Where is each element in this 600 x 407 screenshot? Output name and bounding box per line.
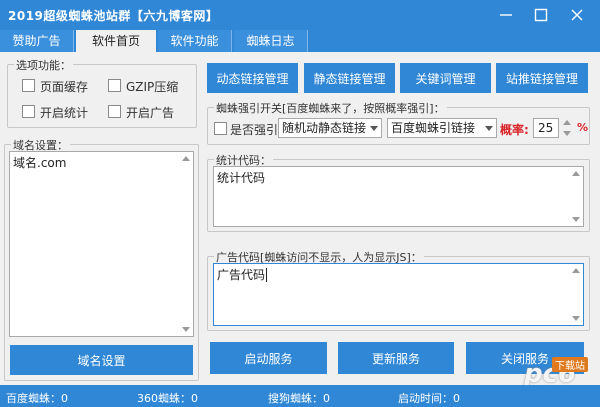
spider-force-group: 蜘蛛强引开关[百度蜘蛛来了，按照概率强引]： 是否强引 随机动静态链接 百度蜘蛛… [207, 100, 590, 145]
domain-scrollbar[interactable] [180, 153, 192, 335]
tab-software-features[interactable]: 软件功能 [158, 30, 232, 52]
window-title: 2019超级蜘蛛池站群【六九博客网】 [8, 9, 219, 23]
gzip-checkbox[interactable] [108, 79, 121, 92]
scroll-up-icon[interactable] [572, 171, 580, 176]
spider-engine-select[interactable]: 百度蜘蛛引链接 [387, 118, 497, 138]
link-mode-value: 随机动静态链接 [282, 121, 367, 135]
minimize-icon[interactable] [497, 6, 515, 24]
domain-textarea[interactable]: 域名.com [9, 151, 194, 337]
stats-code-group: 统计代码： 统计代码 [207, 152, 590, 232]
chevron-down-icon [370, 126, 378, 131]
ads-scrollbar[interactable] [570, 265, 582, 324]
ads-code-textarea[interactable]: 广告代码 [213, 263, 584, 326]
close-icon[interactable] [568, 6, 586, 24]
page-cache-label: 页面缓存 [40, 80, 89, 94]
ads-code-value: 广告代码 [217, 268, 266, 282]
domain-settings-button[interactable]: 域名设置 [10, 345, 193, 375]
tab-strip: 赞助广告 软件首页 软件功能 蜘蛛日志 [0, 30, 600, 52]
title-bar[interactable]: 2019超级蜘蛛池站群【六九博客网】 [0, 0, 600, 30]
tab-sponsor-ads[interactable]: 赞助广告 [0, 30, 74, 52]
options-legend: 选项功能： [14, 57, 73, 73]
enable-stats-label: 开启统计 [40, 106, 89, 120]
stats-code-value: 统计代码 [217, 171, 266, 185]
domain-group: 域名设置： 域名.com 域名设置 [4, 137, 199, 381]
maximize-icon[interactable] [532, 6, 550, 24]
probability-input[interactable]: 25 [533, 118, 559, 138]
scroll-down-icon[interactable] [572, 217, 580, 222]
percent-sign: % [577, 121, 589, 134]
keyword-button[interactable]: 关键词管理 [400, 63, 491, 93]
page-cache-checkbox[interactable] [22, 79, 35, 92]
enable-ads-label: 开启广告 [126, 106, 175, 120]
start-time: 启动时间：0 [398, 392, 460, 405]
probability-stepper[interactable] [562, 117, 572, 139]
s360-spider-count: 360蜘蛛：0 [137, 392, 198, 405]
baidu-spider-count: 百度蜘蛛：0 [6, 392, 68, 405]
text-cursor [266, 268, 268, 282]
static-link-button[interactable]: 静态链接管理 [304, 63, 395, 93]
gzip-label: GZIP压缩 [126, 80, 179, 94]
domain-value: 域名.com [13, 156, 67, 170]
enable-stats-checkbox[interactable] [22, 105, 35, 118]
scroll-up-icon[interactable] [572, 268, 580, 273]
scroll-up-icon[interactable] [182, 156, 190, 161]
tab-spider-log[interactable]: 蜘蛛日志 [234, 30, 308, 52]
watermark-sub: 下载站 [552, 357, 588, 372]
probability-label: 概率: [500, 123, 529, 137]
scroll-down-icon[interactable] [572, 316, 580, 321]
scroll-down-icon[interactable] [182, 327, 190, 332]
spider-engine-value: 百度蜘蛛引链接 [391, 121, 476, 135]
link-mode-select[interactable]: 随机动静态链接 [278, 118, 382, 138]
tab-software-home[interactable]: 软件首页 [76, 30, 156, 52]
spider-force-legend: 蜘蛛强引开关[百度蜘蛛来了，按照概率强引]： [214, 100, 447, 116]
stats-scrollbar[interactable] [570, 168, 582, 225]
sogou-spider-count: 搜狗蜘蛛：0 [268, 392, 330, 405]
force-checkbox[interactable] [214, 122, 227, 135]
options-group: 选项功能： 页面缓存 GZIP压缩 开启统计 开启广告 [7, 57, 197, 128]
enable-ads-checkbox[interactable] [108, 105, 121, 118]
stats-code-textarea[interactable]: 统计代码 [213, 166, 584, 227]
status-bar: 百度蜘蛛：0 360蜘蛛：0 搜狗蜘蛛：0 启动时间：0 [0, 385, 600, 407]
start-service-button[interactable]: 启动服务 [210, 342, 327, 374]
site-push-button[interactable]: 站推链接管理 [496, 63, 588, 93]
force-label: 是否强引 [230, 123, 279, 137]
ads-code-group: 广告代码[蜘蛛访问不显示，人为显示JS]： 广告代码 [207, 249, 590, 331]
chevron-down-icon [485, 126, 493, 131]
dynamic-link-button[interactable]: 动态链接管理 [207, 63, 298, 93]
update-service-button[interactable]: 更新服务 [338, 342, 454, 374]
